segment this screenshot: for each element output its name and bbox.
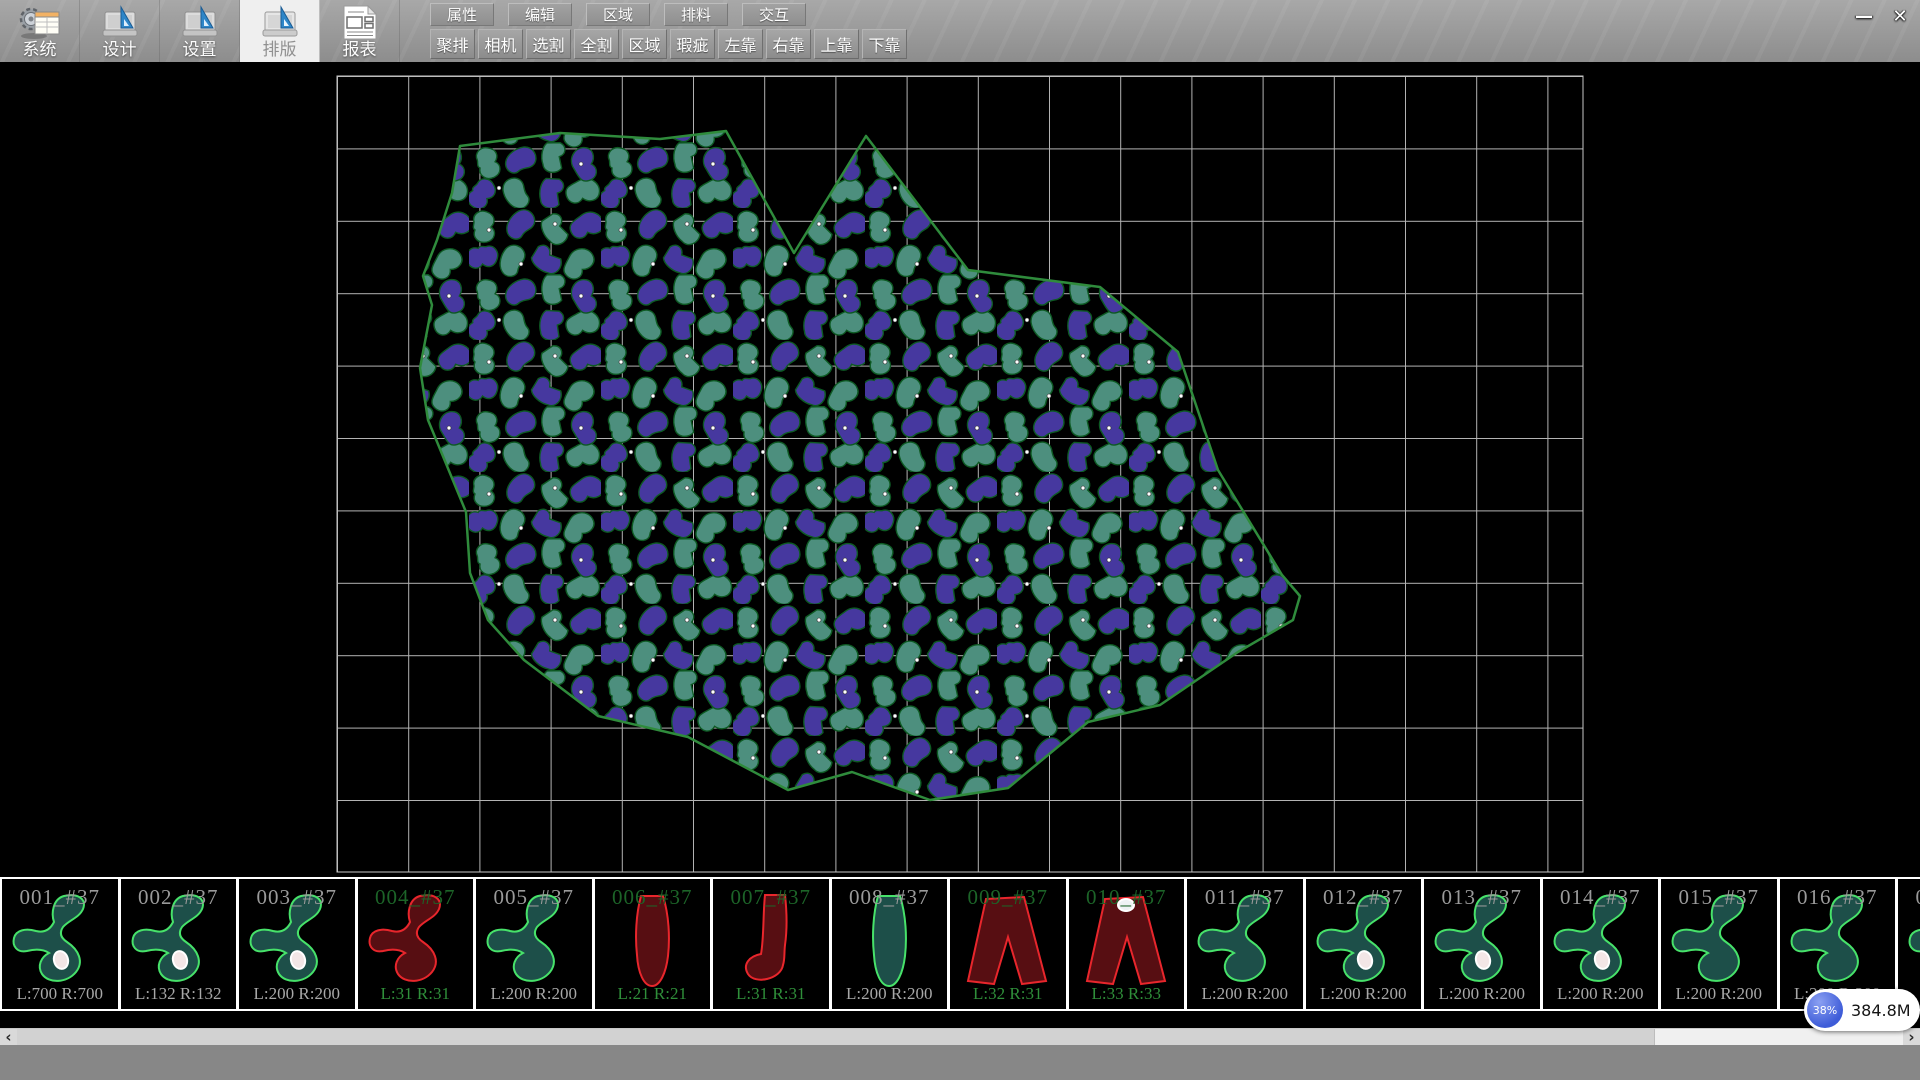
piece-id: 008_#37: [832, 885, 948, 910]
piece-thumbnail[interactable]: 005_#37 L:200 R:200: [476, 879, 595, 1009]
horizontal-scrollbar[interactable]: ‹ ›: [0, 1028, 1920, 1045]
memory-status: 38% 384.8M: [1804, 989, 1920, 1031]
piece-id: 013_#37: [1424, 885, 1540, 910]
app-mode-nesting[interactable]: 排版: [240, 0, 320, 62]
menu-tab-row: 属性 编辑 区域 排料 交互: [430, 3, 806, 26]
piece-thumbnail[interactable]: 006_#37 L:21 R:21: [595, 879, 714, 1009]
close-button[interactable]: ✕: [1885, 4, 1915, 28]
app-mode-row: 系统 设计: [0, 0, 400, 62]
app-mode-system[interactable]: 系统: [0, 0, 80, 62]
action-button[interactable]: 区域: [622, 29, 667, 59]
piece-counts: L:200 R:200: [1187, 984, 1303, 1004]
piece-counts: L:31 R:31: [713, 984, 829, 1004]
piece-counts: L:32 R:31: [950, 984, 1066, 1004]
piece-thumbnail[interactable]: 001_#37 L:700 R:700: [2, 879, 121, 1009]
piece-thumbnail[interactable]: 015_#37 L:200 R:200: [1661, 879, 1780, 1009]
scroll-left-button[interactable]: ‹: [0, 1029, 17, 1046]
piece-counts: L:200 R:200: [476, 984, 592, 1004]
piece-id: 011_#37: [1187, 885, 1303, 910]
minimize-button[interactable]: —: [1849, 4, 1879, 28]
report-document-icon: [338, 4, 382, 41]
action-button[interactable]: 选割: [526, 29, 571, 59]
piece-counts: L:200 R:200: [1424, 984, 1540, 1004]
piece-counts: L:132 R:132: [121, 984, 237, 1004]
app-mode-label: 报表: [343, 41, 377, 60]
menu-tab[interactable]: 属性: [430, 3, 494, 26]
piece-counts: L:200 R:200: [832, 984, 948, 1004]
titlebar: 系统 设计: [0, 0, 1920, 62]
system-gear-table-icon: [18, 4, 62, 41]
piece-id: 015_#37: [1661, 885, 1777, 910]
application-window: 系统 设计: [0, 0, 1920, 1080]
piece-id: 006_#37: [595, 885, 711, 910]
action-button[interactable]: 右靠: [766, 29, 811, 59]
app-mode-report[interactable]: 报表: [320, 0, 400, 62]
piece-counts: L:700 R:700: [2, 984, 118, 1004]
menu-tab[interactable]: 排料: [664, 3, 728, 26]
app-mode-label: 设计: [103, 41, 137, 60]
app-mode-label: 系统: [23, 41, 57, 60]
piece-id: 009_#37: [950, 885, 1066, 910]
piece-id: 012_#37: [1306, 885, 1422, 910]
progress-circle: 38%: [1807, 992, 1843, 1028]
piece-thumbnail[interactable]: 009_#37 L:32 R:31: [950, 879, 1069, 1009]
piece-id: 007_#37: [713, 885, 829, 910]
app-mode-label: 排版: [263, 41, 297, 60]
settings-setsquare-icon: [180, 4, 220, 41]
piece-counts: L:21 R:21: [595, 984, 711, 1004]
piece-thumbnail[interactable]: 012_#37 L:200 R:200: [1306, 879, 1425, 1009]
piece-counts: L:200 R:200: [1306, 984, 1422, 1004]
piece-counts: L:200 R:200: [1543, 984, 1659, 1004]
piece-id: 001_#37: [2, 885, 118, 910]
piece-id: 003_#37: [239, 885, 355, 910]
piece-id: 004_#37: [358, 885, 474, 910]
piece-id: 017_#37: [1898, 885, 1920, 910]
menu-tab[interactable]: 交互: [742, 3, 806, 26]
piece-counts: L:200 R:200: [1661, 984, 1777, 1004]
piece-id: 010_#37: [1069, 885, 1185, 910]
piece-id: 016_#37: [1780, 885, 1896, 910]
app-mode-settings[interactable]: 设置: [160, 0, 240, 62]
window-controls: — ✕: [1849, 4, 1915, 28]
piece-thumbnail[interactable]: 008_#37 L:200 R:200: [832, 879, 951, 1009]
piece-counts: L:31 R:31: [358, 984, 474, 1004]
piece-thumbnail[interactable]: 003_#37 L:200 R:200: [239, 879, 358, 1009]
action-button[interactable]: 瑕疵: [670, 29, 715, 59]
action-button[interactable]: 下靠: [862, 29, 907, 59]
piece-thumbnail[interactable]: 011_#37 L:200 R:200: [1187, 879, 1306, 1009]
action-button[interactable]: 聚排: [430, 29, 475, 59]
action-button-row: 聚排 相机 选割 全割 区域 瑕疵 左靠 右靠 上靠 下靠: [430, 29, 907, 59]
memory-value: 384.8M: [1851, 1001, 1911, 1020]
piece-counts: L:33 R:33: [1069, 984, 1185, 1004]
piece-thumbnail[interactable]: 010_#37 L:33 R:33: [1069, 879, 1188, 1009]
panel-gap: [0, 1011, 1920, 1028]
action-button[interactable]: 全割: [574, 29, 619, 59]
action-button[interactable]: 左靠: [718, 29, 763, 59]
pieces-panel: 001_#37 L:700 R:700 002_#37 L:132 R:132 …: [0, 877, 1920, 1011]
action-button[interactable]: 上靠: [814, 29, 859, 59]
piece-thumbnail[interactable]: 014_#37 L:200 R:200: [1543, 879, 1662, 1009]
app-mode-label: 设置: [183, 41, 217, 60]
piece-id: 002_#37: [121, 885, 237, 910]
design-setsquare-icon: [100, 4, 140, 41]
piece-thumbnail[interactable]: 013_#37 L:200 R:200: [1424, 879, 1543, 1009]
scrollbar-thumb[interactable]: [17, 1029, 1655, 1046]
piece-thumbnail[interactable]: 002_#37 L:132 R:132: [121, 879, 240, 1009]
scroll-right-button[interactable]: ›: [1903, 1029, 1920, 1046]
piece-thumbnail[interactable]: 004_#37 L:31 R:31: [358, 879, 477, 1009]
menu-tab[interactable]: 区域: [586, 3, 650, 26]
menu-tab[interactable]: 编辑: [508, 3, 572, 26]
piece-id: 005_#37: [476, 885, 592, 910]
action-button[interactable]: 相机: [478, 29, 523, 59]
nesting-setsquare-icon: [260, 4, 300, 41]
app-mode-design[interactable]: 设计: [80, 0, 160, 62]
window-bottom-chrome: [0, 1045, 1920, 1080]
piece-id: 014_#37: [1543, 885, 1659, 910]
piece-counts: L:200 R:200: [239, 984, 355, 1004]
nesting-canvas[interactable]: [0, 62, 1920, 880]
piece-thumbnail[interactable]: 007_#37 L:31 R:31: [713, 879, 832, 1009]
